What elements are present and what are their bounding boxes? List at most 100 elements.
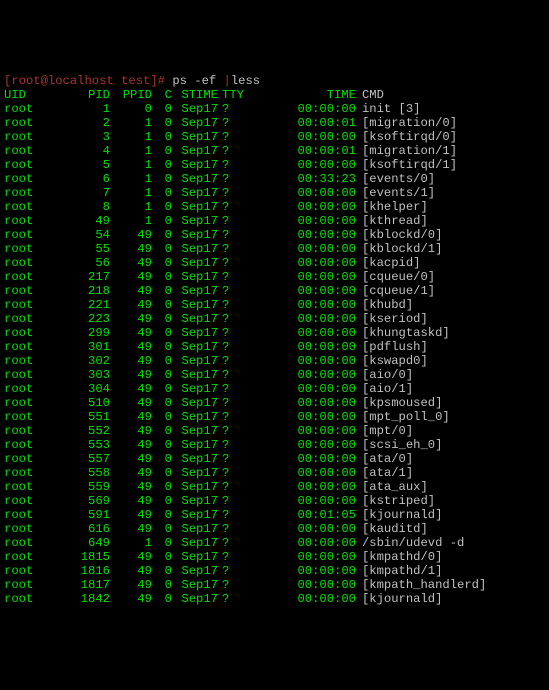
- cell-time: 00:00:00: [244, 270, 356, 284]
- cell-time: 00:00:00: [244, 256, 356, 270]
- cell-time: 00:00:00: [244, 494, 356, 508]
- cell-uid: root: [4, 438, 68, 452]
- table-row: root302490Sep17?00:00:00[kswapd0]: [4, 354, 486, 368]
- cell-c: 0: [152, 144, 172, 158]
- cell-stime: Sep17: [172, 172, 218, 186]
- cell-stime: Sep17: [172, 228, 218, 242]
- cell-cmd: [mpt/0]: [356, 424, 486, 438]
- cell-c: 0: [152, 578, 172, 592]
- cell-stime: Sep17: [172, 480, 218, 494]
- cell-cmd: init [3]: [356, 102, 486, 116]
- cell-pid: 558: [68, 466, 110, 480]
- cell-ppid: 49: [110, 368, 152, 382]
- cell-pid: 552: [68, 424, 110, 438]
- cell-cmd: [pdflush]: [356, 340, 486, 354]
- table-row: root551490Sep17?00:00:00[mpt_poll_0]: [4, 410, 486, 424]
- cell-tty: ?: [218, 522, 244, 536]
- table-row: root4910Sep17?00:00:00[kthread]: [4, 214, 486, 228]
- table-row: root56490Sep17?00:00:00[kacpid]: [4, 256, 486, 270]
- cell-uid: root: [4, 102, 68, 116]
- cell-pid: 56: [68, 256, 110, 270]
- cell-ppid: 49: [110, 354, 152, 368]
- cell-pid: 557: [68, 452, 110, 466]
- cell-time: 00:00:00: [244, 410, 356, 424]
- table-row: root223490Sep17?00:00:00[kseriod]: [4, 312, 486, 326]
- cell-uid: root: [4, 186, 68, 200]
- cell-c: 0: [152, 284, 172, 298]
- cell-stime: Sep17: [172, 452, 218, 466]
- cell-ppid: 49: [110, 550, 152, 564]
- cell-tty: ?: [218, 536, 244, 550]
- table-row: root64910Sep17?00:00:00/sbin/udevd -d: [4, 536, 486, 550]
- cell-tty: ?: [218, 102, 244, 116]
- cell-uid: root: [4, 452, 68, 466]
- cell-tty: ?: [218, 382, 244, 396]
- cell-uid: root: [4, 116, 68, 130]
- prompt-at: @: [41, 74, 48, 88]
- cell-time: 00:00:00: [244, 424, 356, 438]
- cell-cmd: [ksoftirqd/0]: [356, 130, 486, 144]
- cell-cmd: [khungtaskd]: [356, 326, 486, 340]
- cell-ppid: 1: [110, 214, 152, 228]
- cell-ppid: 49: [110, 466, 152, 480]
- cell-cmd: [aio/1]: [356, 382, 486, 396]
- cell-uid: root: [4, 172, 68, 186]
- cell-stime: Sep17: [172, 144, 218, 158]
- cell-c: 0: [152, 228, 172, 242]
- terminal[interactable]: [root@localhost test]# ps -ef |less UID …: [4, 60, 545, 620]
- cell-ppid: 49: [110, 270, 152, 284]
- cell-cmd: [khelper]: [356, 200, 486, 214]
- table-row: root557490Sep17?00:00:00[ata/0]: [4, 452, 486, 466]
- cell-uid: root: [4, 158, 68, 172]
- cell-stime: Sep17: [172, 550, 218, 564]
- header-pid: PID: [68, 88, 110, 102]
- table-row: root553490Sep17?00:00:00[scsi_eh_0]: [4, 438, 486, 452]
- cell-ppid: 49: [110, 508, 152, 522]
- cell-cmd: /sbin/udevd -d: [356, 536, 486, 550]
- cell-time: 00:00:00: [244, 396, 356, 410]
- cell-ppid: 49: [110, 298, 152, 312]
- cell-uid: root: [4, 228, 68, 242]
- cell-pid: 559: [68, 480, 110, 494]
- cell-tty: ?: [218, 396, 244, 410]
- cell-c: 0: [152, 564, 172, 578]
- cell-c: 0: [152, 424, 172, 438]
- header-uid: UID: [4, 88, 68, 102]
- cell-c: 0: [152, 298, 172, 312]
- cell-c: 0: [152, 312, 172, 326]
- cell-c: 0: [152, 536, 172, 550]
- process-table: UID PID PPID C STIME TTY TIME CMD root10…: [4, 88, 486, 606]
- cell-time: 00:00:00: [244, 284, 356, 298]
- cell-stime: Sep17: [172, 102, 218, 116]
- cell-ppid: 49: [110, 396, 152, 410]
- cell-c: 0: [152, 340, 172, 354]
- cell-tty: ?: [218, 284, 244, 298]
- cell-stime: Sep17: [172, 312, 218, 326]
- cell-uid: root: [4, 410, 68, 424]
- cell-pid: 2: [68, 116, 110, 130]
- cell-cmd: [events/1]: [356, 186, 486, 200]
- cell-pid: 8: [68, 200, 110, 214]
- cell-cmd: [events/0]: [356, 172, 486, 186]
- cell-tty: ?: [218, 130, 244, 144]
- cell-pid: 5: [68, 158, 110, 172]
- cell-uid: root: [4, 298, 68, 312]
- cell-c: 0: [152, 116, 172, 130]
- cell-uid: root: [4, 270, 68, 284]
- table-row: root1816490Sep17?00:00:00[kmpathd/1]: [4, 564, 486, 578]
- cell-stime: Sep17: [172, 382, 218, 396]
- cell-tty: ?: [218, 116, 244, 130]
- header-tty: TTY: [218, 88, 244, 102]
- cell-stime: Sep17: [172, 592, 218, 606]
- cell-tty: ?: [218, 144, 244, 158]
- cell-time: 00:00:00: [244, 158, 356, 172]
- cell-uid: root: [4, 214, 68, 228]
- cell-time: 00:00:00: [244, 382, 356, 396]
- cell-uid: root: [4, 312, 68, 326]
- cell-stime: Sep17: [172, 536, 218, 550]
- cell-uid: root: [4, 508, 68, 522]
- cell-stime: Sep17: [172, 200, 218, 214]
- cell-tty: ?: [218, 550, 244, 564]
- cell-c: 0: [152, 242, 172, 256]
- table-row: root1842490Sep17?00:00:00[kjournald]: [4, 592, 486, 606]
